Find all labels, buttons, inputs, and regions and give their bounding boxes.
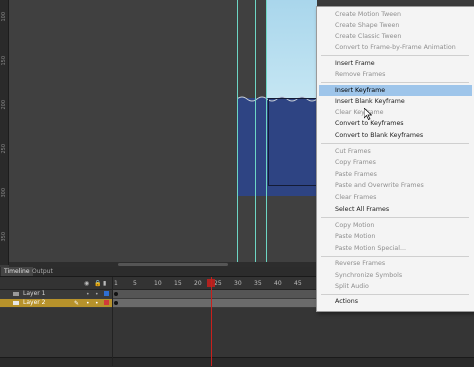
lock-dot-icon[interactable]: • <box>95 291 101 298</box>
menu-separator <box>321 256 469 257</box>
menu-separator <box>321 143 469 144</box>
lock-dot-icon[interactable]: • <box>95 300 101 307</box>
menu-item-clear-frames[interactable]: Clear Frames <box>319 192 472 203</box>
layer-name[interactable]: Layer 1 <box>23 290 45 298</box>
guide-line[interactable] <box>266 0 267 262</box>
menu-item-actions[interactable]: Actions <box>319 296 472 307</box>
lock-icon[interactable]: 🔒 <box>94 280 101 287</box>
menu-item-paste-overwrite-frames[interactable]: Paste and Overwrite Frames <box>319 180 472 191</box>
visibility-dot-icon[interactable]: • <box>86 300 92 307</box>
pencil-icon[interactable]: ✎ <box>74 300 80 307</box>
frame-number: 15 <box>174 280 182 287</box>
frame-cells[interactable] <box>112 299 317 307</box>
menu-item-convert-frame-by-frame[interactable]: Convert to Frame-by-Frame Animation <box>319 42 472 53</box>
tab-output[interactable]: Output <box>29 267 56 276</box>
menu-item-paste-frames[interactable]: Paste Frames <box>319 169 472 180</box>
frame-number: 35 <box>254 280 262 287</box>
ruler-mark: 200 <box>1 100 7 110</box>
ruler-mark: 150 <box>1 56 7 66</box>
ruler-mark: 300 <box>1 188 7 198</box>
eye-icon[interactable]: ◉ <box>84 280 89 287</box>
frame-number: 10 <box>154 280 162 287</box>
mouse-pointer-icon <box>364 108 372 120</box>
menu-item-convert-to-keyframes[interactable]: Convert to Keyframes <box>319 118 472 129</box>
menu-separator <box>321 217 469 218</box>
menu-item-reverse-frames[interactable]: Reverse Frames <box>319 258 472 269</box>
menu-item-clear-keyframe[interactable]: Clear Keyframe <box>319 107 472 118</box>
layer-icon <box>13 301 19 305</box>
menu-item-remove-frames[interactable]: Remove Frames <box>319 69 472 80</box>
menu-item-create-motion-tween[interactable]: Create Motion Tween <box>319 9 472 20</box>
menu-item-create-shape-tween[interactable]: Create Shape Tween <box>319 20 472 31</box>
layer-divider[interactable] <box>112 277 113 366</box>
layer-color-icon[interactable] <box>104 300 109 305</box>
ruler-mark: 250 <box>1 144 7 154</box>
menu-item-paste-motion[interactable]: Paste Motion <box>319 231 472 242</box>
menu-item-paste-motion-special[interactable]: Paste Motion Special... <box>319 243 472 254</box>
frame-number: 45 <box>294 280 302 287</box>
menu-item-synchronize-symbols[interactable]: Synchronize Symbols <box>319 270 472 281</box>
guide-line[interactable] <box>237 0 238 262</box>
menu-item-split-audio[interactable]: Split Audio <box>319 281 472 292</box>
sky-shape[interactable] <box>266 0 317 100</box>
layer-icon <box>13 292 19 296</box>
menu-item-create-classic-tween[interactable]: Create Classic Tween <box>319 31 472 42</box>
menu-separator <box>321 55 469 56</box>
menu-item-copy-frames[interactable]: Copy Frames <box>319 157 472 168</box>
visibility-dot-icon[interactable]: • <box>86 291 92 298</box>
layer-name[interactable]: Layer 2 <box>23 299 45 307</box>
scrollbar-thumb[interactable] <box>118 263 228 266</box>
keyframe-dot[interactable] <box>114 292 118 296</box>
frame-number: 5 <box>133 280 137 287</box>
frame-number: 30 <box>234 280 242 287</box>
vertical-ruler: 100 150 200 250 300 350 <box>0 0 9 265</box>
playhead-line[interactable] <box>211 277 212 366</box>
menu-item-copy-motion[interactable]: Copy Motion <box>319 220 472 231</box>
frame-number: 40 <box>274 280 282 287</box>
menu-item-insert-frame[interactable]: Insert Frame <box>319 58 472 69</box>
menu-separator <box>321 294 469 295</box>
ruler-mark: 350 <box>1 232 7 242</box>
menu-item-insert-keyframe[interactable]: Insert Keyframe <box>319 85 472 96</box>
menu-item-cut-frames[interactable]: Cut Frames <box>319 146 472 157</box>
ruler-mark: 100 <box>1 12 7 22</box>
outline-icon[interactable]: ▮ <box>103 280 106 287</box>
menu-item-insert-blank-keyframe[interactable]: Insert Blank Keyframe <box>319 96 472 107</box>
menu-item-select-all-frames[interactable]: Select All Frames <box>319 204 472 215</box>
guide-line[interactable] <box>255 0 256 262</box>
frame-number: 20 <box>194 280 202 287</box>
menu-item-convert-to-blank-keyframes[interactable]: Convert to Blank Keyframes <box>319 130 472 141</box>
layer-color-icon[interactable] <box>104 291 109 296</box>
keyframe-dot[interactable] <box>114 301 118 305</box>
menu-separator <box>321 82 469 83</box>
context-menu: Create Motion Tween Create Shape Tween C… <box>316 6 474 312</box>
frame-cells[interactable] <box>112 290 317 298</box>
frame-number: 25 <box>214 280 222 287</box>
frame-number: 1 <box>114 280 118 287</box>
tab-timeline[interactable]: Timeline <box>1 267 33 276</box>
stage-boundary <box>268 98 319 186</box>
